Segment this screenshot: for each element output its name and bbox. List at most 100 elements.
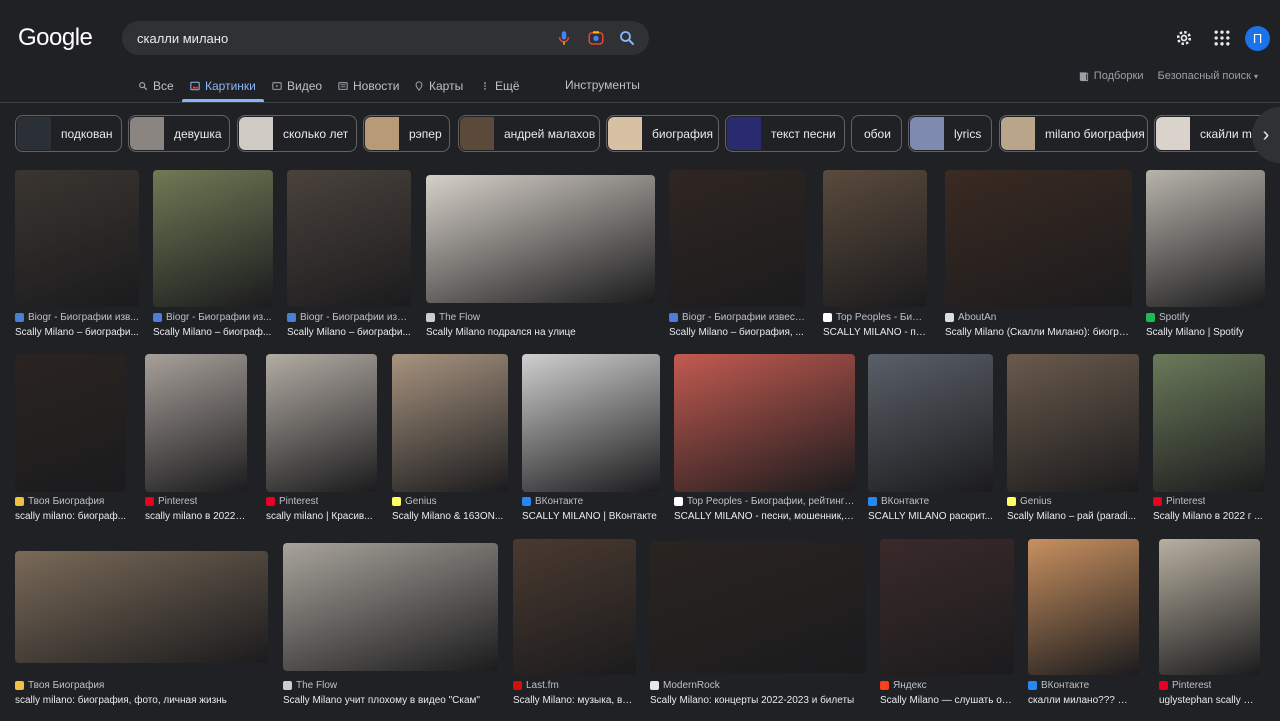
result-source[interactable]: The Flow [426, 312, 655, 323]
result-title[interactable]: scally milano: биография, фото, личная ж… [15, 695, 268, 706]
result-thumbnail[interactable] [266, 354, 377, 492]
result-source[interactable]: ВКонтакте [522, 496, 660, 507]
result-title[interactable]: Scally Milano – биографи... [15, 327, 139, 338]
result-source[interactable]: Pinterest [266, 496, 377, 507]
result-thumbnail[interactable] [15, 354, 126, 492]
result-thumbnail[interactable] [1146, 170, 1265, 307]
result-title[interactable]: скалли милано??? 😂 |... [1028, 695, 1139, 706]
related-search-chip[interactable]: подкован [15, 115, 122, 152]
result-title[interactable]: SCALLY MILANO | ВКонтакте [522, 511, 660, 522]
result-thumbnail[interactable] [945, 170, 1132, 307]
result-title[interactable]: Scally Milano – биограф... [153, 327, 273, 338]
safe-search-dropdown[interactable]: Безопасный поиск ▾ [1158, 70, 1259, 82]
apps-grid-icon[interactable] [1212, 28, 1232, 48]
result-source[interactable]: Biogr - Биографии из... [153, 312, 273, 323]
result-title[interactable]: Scally Milano: музыка, ви... [513, 695, 636, 706]
related-search-chip[interactable]: lyrics [908, 115, 992, 152]
related-search-chip[interactable]: обои [851, 115, 902, 152]
image-result[interactable]: The Flow Scally Milano подрался на улице [426, 175, 655, 340]
result-title[interactable]: Scally Milano: концерты 2022-2023 и биле… [650, 695, 866, 706]
image-result[interactable]: Last.fm Scally Milano: музыка, ви... [513, 539, 636, 708]
related-search-chip[interactable]: девушка [128, 115, 230, 152]
tab-video[interactable]: Видео [272, 70, 322, 102]
result-source[interactable]: Top Peoples - Биогр... [823, 312, 927, 323]
image-result[interactable]: Pinterest uglystephan scally milano... [1159, 539, 1260, 708]
result-source[interactable]: Spotify [1146, 312, 1265, 323]
image-result[interactable]: Spotify Scally Milano | Spotify [1146, 170, 1265, 340]
result-title[interactable]: SCALLY MILANO - песн... [823, 327, 927, 338]
image-result[interactable]: The Flow Scally Milano учит плохому в вид… [283, 543, 498, 708]
tab-maps[interactable]: Карты [414, 70, 463, 102]
result-title[interactable]: Scally Milano – биографи... [287, 327, 411, 338]
search-input[interactable]: скалли милано [137, 31, 228, 46]
result-title[interactable]: scally milano в 2022 г |... [145, 511, 247, 522]
result-title[interactable]: Scally Milano учит плохому в видео "Скам… [283, 695, 498, 706]
result-thumbnail[interactable] [1007, 354, 1139, 492]
result-title[interactable]: Scally Milano & 163ON... [392, 511, 508, 522]
image-result[interactable]: Genius Scally Milano & 163ON... [392, 354, 508, 524]
related-search-chip[interactable]: рэпер [363, 115, 450, 152]
result-thumbnail[interactable] [1153, 354, 1265, 492]
tab-more[interactable]: Ещё [480, 70, 520, 102]
result-source[interactable]: Biogr - Биографии изв... [15, 312, 139, 323]
result-title[interactable]: Scally Milano (Скалли Милано): биогра... [945, 327, 1132, 338]
result-title[interactable]: scally milano | Красив... [266, 511, 377, 522]
related-search-chip[interactable]: milano биография [999, 115, 1148, 152]
result-thumbnail[interactable] [650, 541, 866, 673]
result-title[interactable]: Scally Milano в 2022 г ... [1153, 511, 1265, 522]
collections-link[interactable]: Подборки [1078, 70, 1144, 82]
related-search-chip[interactable]: биография [606, 115, 719, 152]
result-source[interactable]: ВКонтакте [868, 496, 993, 507]
image-result[interactable]: Pinterest scally milano | Красив... [266, 354, 377, 524]
related-search-chip[interactable]: сколько лет [237, 115, 357, 152]
image-result[interactable]: Biogr - Биографии из... Scally Milano – б… [153, 170, 273, 340]
image-result[interactable]: ВКонтакте SCALLY MILANO | ВКонтакте [522, 354, 660, 524]
result-title[interactable]: Scally Milano — слушать он... [880, 695, 1014, 706]
image-result[interactable]: Top Peoples - Биогр... SCALLY MILANO - пе… [823, 170, 927, 340]
search-box[interactable]: скалли милано [122, 21, 649, 55]
result-title[interactable]: Scally Milano подрался на улице [426, 327, 655, 338]
tab-all[interactable]: Все [138, 70, 174, 102]
result-source[interactable]: Яндекс [880, 680, 1014, 691]
result-thumbnail[interactable] [522, 354, 660, 492]
image-result[interactable]: Твоя Биография scally milano: биограф... [15, 354, 126, 524]
result-title[interactable]: SCALLY MILANO раскрит... [868, 511, 993, 522]
search-icon[interactable] [618, 29, 636, 47]
result-thumbnail[interactable] [823, 170, 927, 307]
result-thumbnail[interactable] [15, 170, 139, 307]
result-source[interactable]: Твоя Биография [15, 496, 126, 507]
image-result[interactable]: Biogr - Биографии извест... Scally Milano… [669, 170, 805, 340]
result-thumbnail[interactable] [1159, 539, 1260, 675]
result-source[interactable]: Last.fm [513, 680, 636, 691]
image-result[interactable]: ВКонтакте SCALLY MILANO раскрит... [868, 354, 993, 524]
image-result[interactable]: Яндекс Scally Milano — слушать он... [880, 539, 1014, 708]
result-thumbnail[interactable] [287, 170, 411, 307]
image-result[interactable]: Pinterest scally milano в 2022 г |... [145, 354, 247, 524]
result-thumbnail[interactable] [153, 170, 273, 307]
result-source[interactable]: AboutAn [945, 312, 1132, 323]
result-thumbnail[interactable] [880, 539, 1014, 675]
google-logo[interactable]: Google [18, 24, 93, 52]
image-result[interactable]: ModernRock Scally Milano: концерты 2022-2… [650, 541, 866, 708]
result-source[interactable]: Genius [392, 496, 508, 507]
image-result[interactable]: ВКонтакте скалли милано??? 😂 |... [1028, 539, 1139, 708]
image-result[interactable]: AboutAn Scally Milano (Скалли Милано): би… [945, 170, 1132, 340]
result-title[interactable]: Scally Milano | Spotify [1146, 327, 1265, 338]
result-source[interactable]: The Flow [283, 680, 498, 691]
result-source[interactable]: Pinterest [1153, 496, 1265, 507]
result-thumbnail[interactable] [669, 170, 805, 307]
result-source[interactable]: Biogr - Биографии изве... [287, 312, 411, 323]
tab-images[interactable]: Картинки [182, 70, 264, 102]
result-source[interactable]: Pinterest [145, 496, 247, 507]
result-thumbnail[interactable] [145, 354, 247, 492]
microphone-icon[interactable] [555, 29, 573, 47]
result-title[interactable]: Scally Milano – рай (paradi... [1007, 511, 1139, 522]
image-result[interactable]: Pinterest Scally Milano в 2022 г ... [1153, 354, 1265, 524]
image-result[interactable]: Top Peoples - Биографии, рейтинги... SCAL… [674, 354, 855, 524]
result-title[interactable]: SCALLY MILANO - песни, мошенник, ф... [674, 511, 855, 522]
account-avatar[interactable]: П [1245, 26, 1270, 51]
result-thumbnail[interactable] [426, 175, 655, 303]
related-search-chip[interactable]: текст песни [725, 115, 845, 152]
result-source[interactable]: Твоя Биография [15, 680, 268, 691]
camera-lens-icon[interactable] [587, 29, 605, 47]
